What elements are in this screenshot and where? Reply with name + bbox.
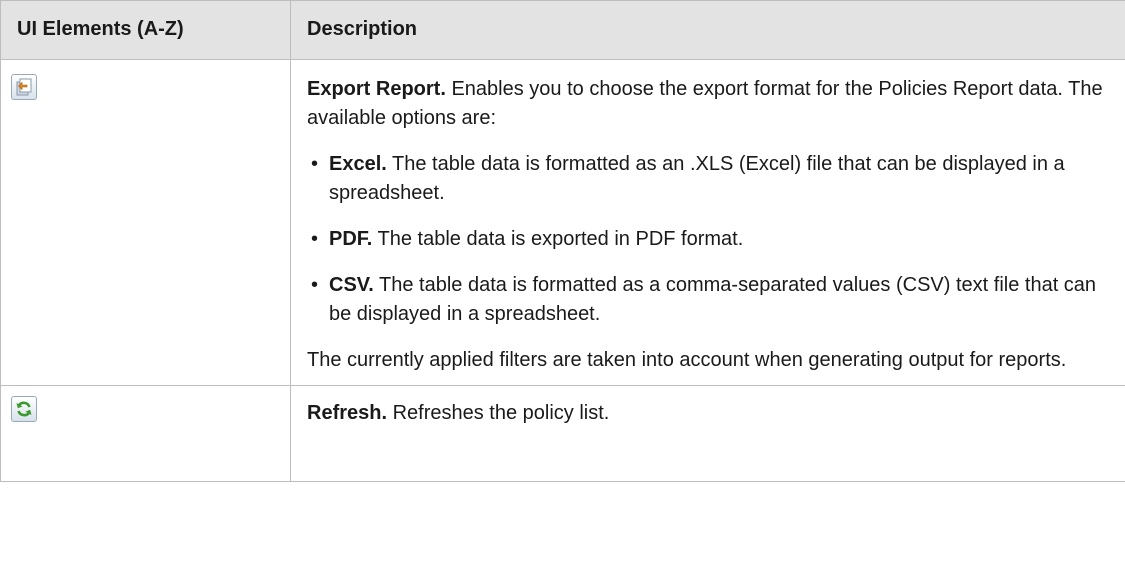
refresh-description: Refresh. Refreshes the policy list. — [307, 399, 1113, 428]
option-text-excel: The table data is formatted as an .XLS (… — [329, 153, 1065, 204]
option-text-csv: The table data is formatted as a comma-s… — [329, 274, 1097, 325]
export-format-options: • Excel. The table data is formatted as a… — [307, 150, 1113, 329]
list-item: • CSV. The table data is formatted as a c… — [307, 271, 1113, 329]
table-row: Export Report. Enables you to choose the… — [0, 59, 1125, 386]
refresh-icon[interactable] — [11, 396, 37, 422]
export-report-description: Export Report. Enables you to choose the… — [307, 75, 1113, 133]
description-cell: Refresh. Refreshes the policy list. — [290, 385, 1125, 482]
refresh-intro: Refreshes the policy list. — [387, 402, 610, 424]
table-header-row: UI Elements (A-Z) Description — [0, 0, 1125, 60]
export-report-note: The currently applied filters are taken … — [307, 349, 1067, 371]
bullet-icon: • — [311, 153, 319, 175]
ui-elements-table: UI Elements (A-Z) Description Export Rep… — [0, 0, 1125, 482]
option-name-excel: Excel. — [329, 153, 387, 175]
ui-element-cell — [0, 59, 291, 386]
column-header-description: Description — [290, 0, 1125, 60]
list-item: • PDF. The table data is exported in PDF … — [307, 225, 1113, 254]
bullet-icon: • — [311, 274, 319, 296]
option-name-csv: CSV. — [329, 274, 374, 296]
export-report-title: Export Report. — [307, 78, 446, 100]
description-cell: Export Report. Enables you to choose the… — [290, 59, 1125, 386]
column-header-ui-elements: UI Elements (A-Z) — [0, 0, 291, 60]
export-report-icon[interactable] — [11, 74, 37, 100]
list-item: • Excel. The table data is formatted as a… — [307, 150, 1113, 208]
table-row: Refresh. Refreshes the policy list. — [0, 385, 1125, 482]
bullet-icon: • — [311, 228, 319, 250]
refresh-title: Refresh. — [307, 402, 388, 424]
option-text-pdf: The table data is exported in PDF format… — [372, 228, 744, 250]
ui-element-cell — [0, 385, 291, 482]
option-name-pdf: PDF. — [329, 228, 373, 250]
